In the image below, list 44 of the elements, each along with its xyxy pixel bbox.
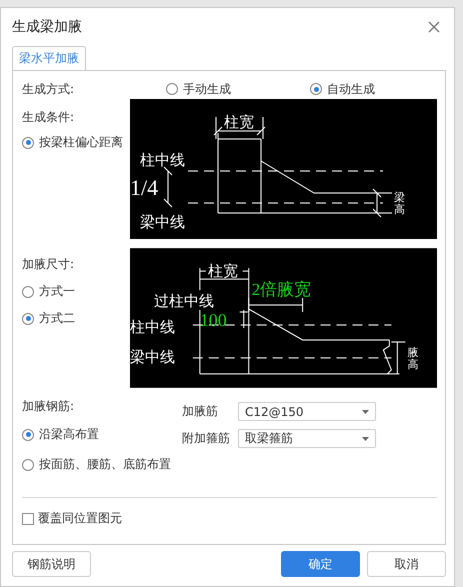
section-label: 生成条件:: [22, 109, 76, 126]
checkbox-label[interactable]: 覆盖同位置图元: [38, 510, 122, 527]
field-label: 生成方式:: [22, 80, 76, 98]
field-label: 加腋筋: [182, 403, 219, 420]
diagram-label: 柱宽: [224, 113, 254, 131]
dialog-button[interactable]: 确定: [281, 551, 360, 577]
dialog-button[interactable]: 钢筋说明: [12, 551, 91, 577]
radio-label[interactable]: 按梁柱偏心距离: [39, 134, 123, 151]
radio-label[interactable]: 手动生成: [183, 80, 231, 98]
diagram-label: 柱宽: [208, 262, 238, 280]
radio-button[interactable]: [22, 312, 34, 324]
close-icon[interactable]: [428, 21, 440, 33]
diagram-label: 柱中线: [130, 318, 175, 336]
caret-icon: [362, 410, 369, 414]
diagram-label: 1/4: [130, 175, 158, 200]
radio-button[interactable]: [22, 286, 34, 298]
diagram-label: 2倍腋宽: [251, 280, 311, 300]
diagram-label: 过柱中线: [154, 292, 214, 310]
section-label: 加腋钢筋:: [22, 398, 76, 415]
dropdown[interactable]: C12@150: [238, 402, 376, 421]
radio-button[interactable]: [22, 428, 34, 440]
checkbox[interactable]: [22, 512, 34, 524]
radio-button[interactable]: [22, 136, 34, 148]
diagram-label: 梁中线: [130, 348, 175, 366]
radio-label[interactable]: 自动生成: [327, 80, 375, 98]
dropdown[interactable]: 取梁箍筋: [238, 429, 376, 448]
radio-label[interactable]: 方式二: [39, 310, 75, 327]
tab[interactable]: 梁水平加腋: [12, 46, 86, 71]
caret-icon: [362, 436, 369, 440]
section-label: 加腋尺寸:: [22, 256, 76, 273]
radio-button[interactable]: [166, 83, 178, 95]
window-title: 生成梁加腋: [12, 18, 82, 36]
diagram-label: 柱中线: [140, 151, 185, 169]
field-label: 附加箍筋: [182, 430, 231, 447]
diagram-label: 梁中线: [140, 213, 185, 231]
diagram-label: 腋高: [407, 346, 418, 371]
radio-label[interactable]: 方式一: [39, 283, 75, 300]
radio-button[interactable]: [22, 458, 34, 470]
radio-label[interactable]: 沿梁高布置: [39, 426, 99, 443]
diagram-label: 100: [200, 310, 226, 330]
radio-button[interactable]: [310, 83, 322, 95]
dialog-button[interactable]: 取消: [367, 551, 446, 577]
diagram-label: 梁高: [394, 191, 405, 216]
radio-label[interactable]: 按面筋、腰筋、底筋布置: [39, 456, 171, 473]
